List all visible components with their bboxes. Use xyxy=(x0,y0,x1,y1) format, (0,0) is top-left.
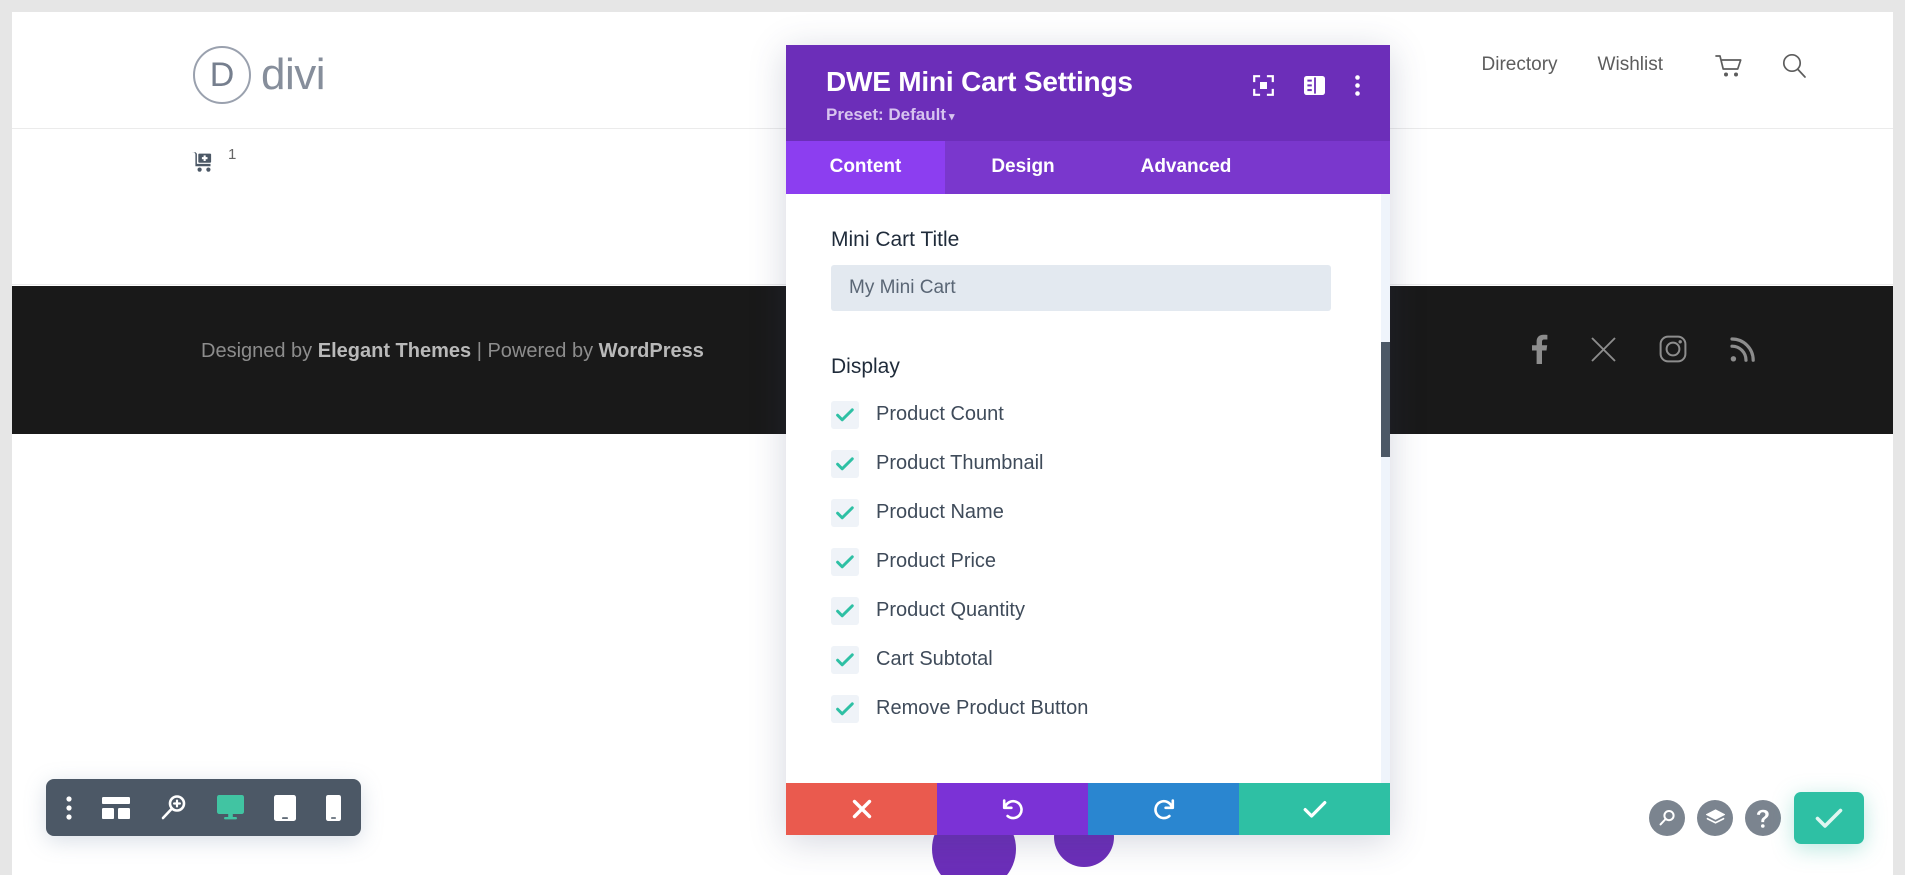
checkbox-row-product-count[interactable]: Product Count xyxy=(831,390,1390,439)
checkbox-row-remove-product-button[interactable]: Remove Product Button xyxy=(831,684,1390,733)
footer-credit: Designed by Elegant Themes | Powered by … xyxy=(201,340,704,363)
modal-header[interactable]: DWE Mini Cart Settings Preset: Default ▾ xyxy=(786,45,1390,141)
layers-icon[interactable] xyxy=(1697,800,1733,836)
header-icon-group xyxy=(1715,52,1808,85)
checkbox-row-cart-subtotal[interactable]: Cart Subtotal xyxy=(831,635,1390,684)
footer-brand-elegant-themes[interactable]: Elegant Themes xyxy=(318,340,471,362)
checkbox-label: Cart Subtotal xyxy=(876,648,993,670)
check-icon[interactable] xyxy=(831,694,859,723)
checkbox-label: Product Thumbnail xyxy=(876,452,1044,474)
display-section-label: Display xyxy=(831,355,900,378)
redo-button[interactable] xyxy=(1088,783,1239,835)
tab-content[interactable]: Content xyxy=(786,141,945,194)
modal-preset-selector[interactable]: Preset: Default ▾ xyxy=(826,105,1360,125)
instagram-icon[interactable] xyxy=(1659,335,1687,368)
cart-icon[interactable] xyxy=(1715,54,1744,83)
checkbox-label: Remove Product Button xyxy=(876,697,1089,719)
modal-scrollbar-track[interactable] xyxy=(1381,194,1390,783)
logo-circle-icon: D xyxy=(193,46,251,104)
checkbox-row-product-thumbnail[interactable]: Product Thumbnail xyxy=(831,439,1390,488)
checkbox-label: Product Count xyxy=(876,403,1004,425)
nav-item-wishlist[interactable]: Wishlist xyxy=(1598,54,1663,76)
phone-view-icon[interactable] xyxy=(326,794,341,821)
logo-letter: D xyxy=(209,56,235,94)
mini-cart-module[interactable]: 1 xyxy=(192,146,236,182)
modal-action-bar xyxy=(786,783,1390,835)
footer-brand-wordpress[interactable]: WordPress xyxy=(599,340,704,362)
wireframe-view-icon[interactable] xyxy=(102,796,130,819)
divi-logo[interactable]: D divi xyxy=(193,46,326,104)
tablet-view-icon[interactable] xyxy=(274,794,296,821)
modal-body: Mini Cart Title Display Product Count xyxy=(786,194,1390,783)
checkbox-row-product-price[interactable]: Product Price xyxy=(831,537,1390,586)
mini-cart-title-input[interactable] xyxy=(831,265,1331,311)
modal-tab-bar: Content Design Advanced xyxy=(786,141,1390,194)
vertical-dots-icon[interactable] xyxy=(1355,75,1360,96)
cart-count-badge: 1 xyxy=(228,146,237,163)
modal-header-icons xyxy=(1253,75,1360,96)
check-icon[interactable] xyxy=(831,547,859,576)
page-frame: D divi Directory Wishlist 1 Designed by … xyxy=(12,12,1893,875)
save-changes-button[interactable] xyxy=(1239,783,1390,835)
save-page-button[interactable] xyxy=(1794,792,1864,844)
primary-nav: Directory Wishlist xyxy=(1482,54,1663,76)
checkbox-row-product-quantity[interactable]: Product Quantity xyxy=(831,586,1390,635)
modal-preset-label: Preset: Default xyxy=(826,105,946,124)
modal-scrollbar-thumb[interactable] xyxy=(1381,342,1390,457)
zoom-out-view-icon[interactable] xyxy=(160,794,187,821)
desktop-view-icon[interactable] xyxy=(217,795,244,820)
nav-item-directory[interactable]: Directory xyxy=(1482,54,1558,76)
check-icon[interactable] xyxy=(831,449,859,478)
tab-advanced[interactable]: Advanced xyxy=(1101,141,1271,194)
check-icon[interactable] xyxy=(831,645,859,674)
logo-wordmark: divi xyxy=(261,50,326,99)
footer-social-links xyxy=(1531,334,1756,369)
checkbox-label: Product Name xyxy=(876,501,1004,523)
x-twitter-icon[interactable] xyxy=(1590,336,1617,368)
more-options-icon[interactable] xyxy=(66,795,72,820)
panel-layout-icon[interactable] xyxy=(1304,76,1325,95)
check-icon[interactable] xyxy=(831,498,859,527)
chevron-down-icon: ▾ xyxy=(948,111,955,123)
focus-target-icon[interactable] xyxy=(1253,75,1274,96)
add-to-cart-icon xyxy=(192,150,222,182)
tab-design[interactable]: Design xyxy=(945,141,1101,194)
mini-cart-title-label: Mini Cart Title xyxy=(831,228,960,251)
builder-utility-buttons xyxy=(1649,800,1781,836)
rss-icon[interactable] xyxy=(1729,336,1756,368)
checkbox-label: Product Quantity xyxy=(876,599,1025,621)
module-settings-modal: DWE Mini Cart Settings Preset: Default▾ xyxy=(786,45,1390,835)
discard-changes-button[interactable] xyxy=(786,783,937,835)
footer-credit-middle: | Powered by xyxy=(471,340,599,362)
footer-credit-prefix: Designed by xyxy=(201,340,318,362)
builder-toolbar xyxy=(46,779,361,836)
facebook-icon[interactable] xyxy=(1531,334,1548,369)
search-icon[interactable] xyxy=(1649,800,1685,836)
check-icon[interactable] xyxy=(831,400,859,429)
display-options-list: Product Count Product Thumbnail Product … xyxy=(831,390,1390,733)
help-icon[interactable] xyxy=(1745,800,1781,836)
undo-button[interactable] xyxy=(937,783,1088,835)
check-icon[interactable] xyxy=(831,596,859,625)
checkbox-row-product-name[interactable]: Product Name xyxy=(831,488,1390,537)
checkbox-label: Product Price xyxy=(876,550,997,572)
search-icon[interactable] xyxy=(1780,52,1808,85)
